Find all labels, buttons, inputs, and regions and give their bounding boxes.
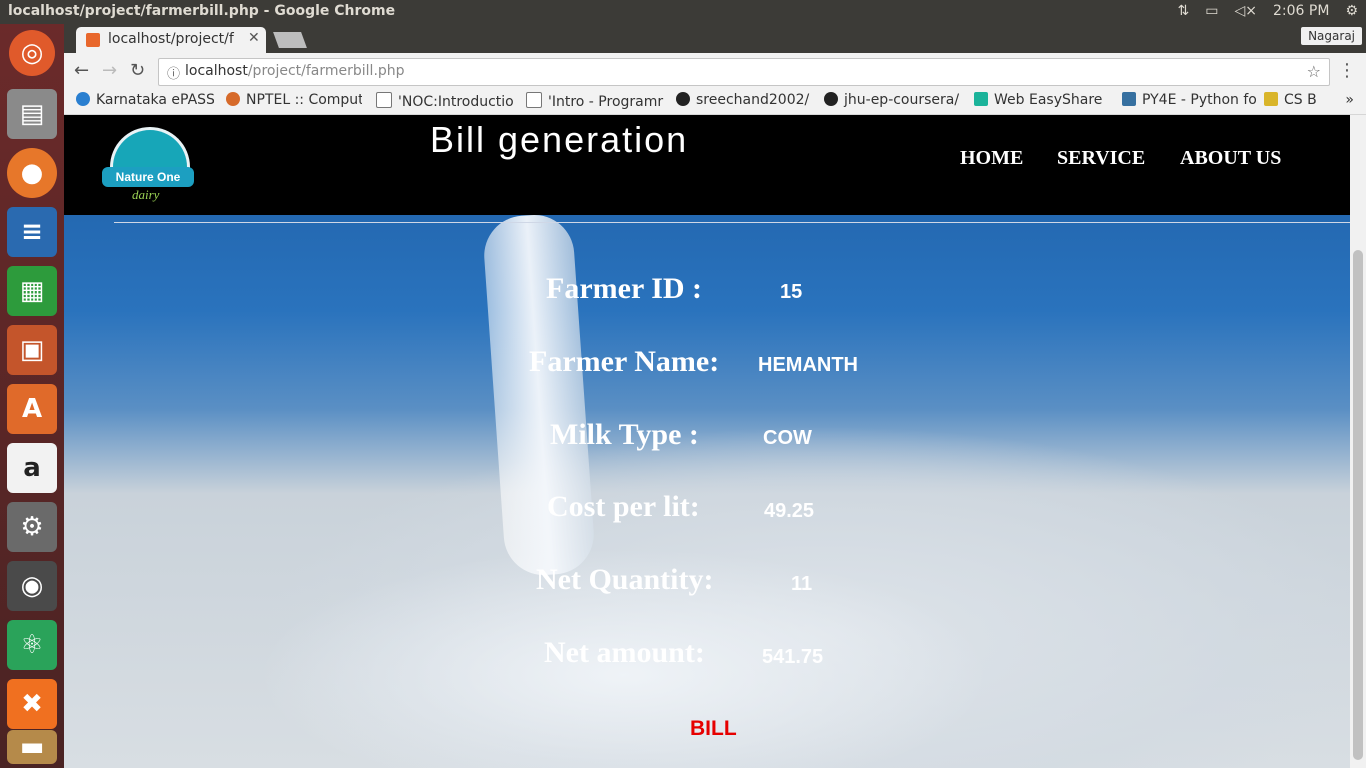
bookmark-favicon-icon [1264,92,1278,106]
reload-icon[interactable]: ↻ [130,60,145,81]
farmer-name-label: Farmer Name: [529,345,720,378]
logo-tagline: dairy [132,187,160,202]
bookmark-favicon-icon [76,92,90,106]
page-content: Nature One dairy Bill generation HOME SE… [64,115,1350,768]
milk-type-value: COW [763,427,812,449]
gear-icon[interactable]: ⚙ [1345,3,1358,19]
cost-per-lit-value: 49.25 [764,500,815,522]
milk-type-label: Milk Type : [550,418,699,451]
url-host: localhost [185,63,248,79]
bookmark-star-icon[interactable]: ☆ [1307,62,1321,81]
nav-home[interactable]: HOME [960,147,1023,170]
bookmark-label: 'NOC:Introductio [398,94,514,110]
site-header: Nature One dairy Bill generation HOME SE… [64,115,1350,215]
browser-toolbar: ← → ↻ ⓘ localhost/project/farmerbill.php… [64,53,1366,88]
calc-icon[interactable]: ▦ [7,266,57,316]
bookmark-label: CS B [1284,92,1317,108]
atom-icon[interactable]: ⚛ [7,620,57,670]
url-path: /project/farmerbill.php [247,63,405,79]
tab-title: localhost/project/f [108,31,234,47]
bookmark-item[interactable]: 'NOC:Introductio [376,92,514,110]
writer-icon[interactable]: ≡ [7,207,57,257]
bookmark-item[interactable]: PY4E - Python fo [1122,92,1256,108]
farmer-name-value: HEMANTH [758,354,858,376]
bookmark-item[interactable]: Web EasyShare [974,92,1106,108]
system-tray: ⇅ ▭ ◁× 2:06 PM ⚙ [1178,3,1358,19]
address-bar[interactable]: ⓘ localhost/project/farmerbill.php ☆ [158,58,1330,86]
tab-strip: localhost/project/f ✕ Nagaraj [64,24,1366,53]
bookmark-label: sreechand2002/ [696,92,810,108]
tab-farmerbill[interactable]: localhost/project/f ✕ [76,27,266,53]
python-icon [1122,92,1136,106]
url-text: localhost/project/farmerbill.php [185,63,405,79]
os-top-panel: localhost/project/farmerbill.php - Googl… [0,0,1366,24]
impress-icon[interactable]: ▣ [7,325,57,375]
system-settings-icon[interactable]: ⚙ [7,502,57,552]
new-tab-button[interactable] [273,32,307,48]
bookmark-item[interactable]: jhu-ep-coursera/ [824,92,964,108]
back-icon[interactable]: ← [74,60,89,81]
page-icon [526,92,542,108]
bookmark-favicon-icon [226,92,240,106]
bookmark-item[interactable]: 'Intro - Programr [526,92,664,110]
net-amount-value: 541.75 [762,646,824,668]
info-icon[interactable]: ⓘ [167,63,180,82]
bookmark-item[interactable]: NPTEL :: Comput [226,92,362,108]
page-title: Bill generation [430,119,689,160]
bookmark-label: NPTEL :: Comput [246,92,362,108]
bookmark-label: 'Intro - Programr [548,94,664,110]
bookmark-label: jhu-ep-coursera/ [844,92,960,108]
ubuntu-dash-icon[interactable]: ◎ [9,30,55,76]
forward-icon[interactable]: → [102,60,117,81]
bill-button[interactable]: BILL [690,717,737,741]
battery-icon[interactable]: ▭ [1205,3,1218,19]
window-title: localhost/project/farmerbill.php - Googl… [8,3,396,19]
scrollbar-thumb[interactable] [1353,250,1363,760]
launcher: ◎ ▤ ● ≡ ▦ ▣ A a ⚙ ◉ ⚛ ✖ ▬ [0,24,64,768]
net-quantity-value: 11 [791,573,813,595]
firefox-icon[interactable]: ● [7,148,57,198]
farmer-id-value: 15 [780,281,803,303]
net-quantity-label: Net Quantity: [536,563,714,596]
more-bookmarks-icon[interactable]: » [1345,92,1354,108]
trash-icon[interactable]: ▬ [7,730,57,764]
page-icon [376,92,392,108]
arrows-updown-icon[interactable]: ⇅ [1178,3,1190,19]
bookmark-item[interactable]: sreechand2002/ [676,92,812,108]
bookmark-label: Web EasyShare [994,92,1103,108]
chrome-icon[interactable]: ◉ [7,561,57,611]
bookmark-item[interactable]: CS B [1264,92,1324,108]
farmer-id-label: Farmer ID : [546,272,703,305]
bookmarks-bar: Karnataka ePASS NPTEL :: Comput 'NOC:Int… [64,88,1366,115]
nature-one-logo[interactable]: Nature One dairy [100,125,200,205]
header-divider [114,222,1350,223]
profile-button[interactable]: Nagaraj [1301,27,1362,45]
logo-arc [110,127,190,170]
page-scrollbar[interactable] [1350,115,1366,768]
clock[interactable]: 2:06 PM [1273,3,1329,19]
menu-icon[interactable]: ⋮ [1338,60,1356,81]
xampp-favicon-icon [86,33,100,47]
bookmark-label: PY4E - Python fo [1142,92,1256,108]
nav-about-us[interactable]: ABOUT US [1180,147,1281,170]
xampp-icon[interactable]: ✖ [7,679,57,729]
github-icon [824,92,838,106]
cost-per-lit-label: Cost per lit: [547,490,700,523]
nav-service[interactable]: SERVICE [1057,147,1145,170]
volume-muted-icon[interactable]: ◁× [1235,3,1258,19]
amazon-icon[interactable]: a [7,443,57,493]
net-amount-label: Net amount: [544,636,705,669]
bookmark-label: Karnataka ePASS [96,92,214,108]
bookmark-favicon-icon [974,92,988,106]
github-icon [676,92,690,106]
files-icon[interactable]: ▤ [7,89,57,139]
software-center-icon[interactable]: A [7,384,57,434]
logo-name: Nature One [102,167,194,187]
close-tab-icon[interactable]: ✕ [248,30,260,46]
bookmark-item[interactable]: Karnataka ePASS [76,92,214,108]
